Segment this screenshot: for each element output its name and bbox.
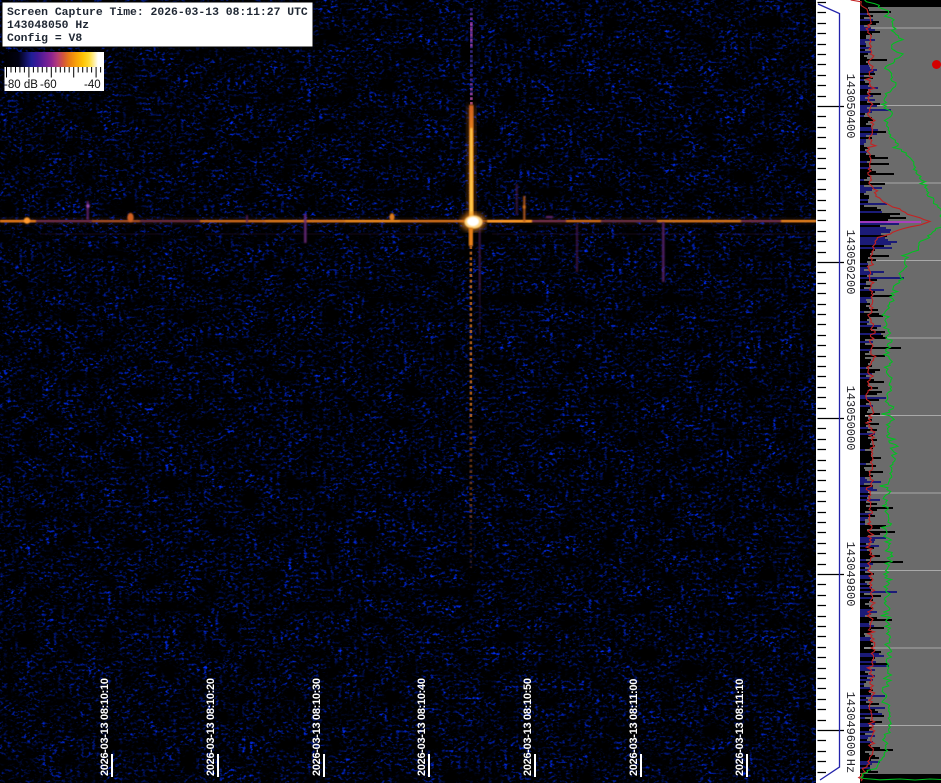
svg-text:143048050 Hz: 143048050 Hz: [7, 20, 89, 32]
svg-text:2026-03-13 08:11:10: 2026-03-13 08:11:10: [734, 679, 746, 776]
svg-text:143049600: 143049600: [843, 692, 857, 757]
svg-text:-80 dB: -80 dB: [4, 79, 38, 91]
svg-text:2026-03-13 08:10:40: 2026-03-13 08:10:40: [416, 678, 428, 776]
svg-text:2026-03-13 08:10:20: 2026-03-13 08:10:20: [205, 678, 217, 776]
svg-text:2026-03-13 08:10:50: 2026-03-13 08:10:50: [522, 678, 534, 776]
svg-text:143050200: 143050200: [843, 230, 857, 295]
svg-text:143050400: 143050400: [843, 74, 857, 139]
svg-text:143050000: 143050000: [843, 386, 857, 451]
svg-text:Hz: Hz: [843, 759, 857, 773]
svg-text:-40: -40: [84, 79, 101, 91]
svg-text:Screen Capture Time: 2026-03-1: Screen Capture Time: 2026-03-13 08:11:27…: [7, 7, 308, 19]
svg-text:Config = V8: Config = V8: [7, 33, 82, 45]
svg-text:143049800: 143049800: [843, 542, 857, 607]
svg-text:2026-03-13 08:10:30: 2026-03-13 08:10:30: [311, 678, 323, 776]
svg-text:2026-03-13 08:11:00: 2026-03-13 08:11:00: [628, 679, 640, 776]
svg-text:2026-03-13 08:10:10: 2026-03-13 08:10:10: [99, 678, 111, 776]
svg-text:-60: -60: [40, 79, 57, 91]
